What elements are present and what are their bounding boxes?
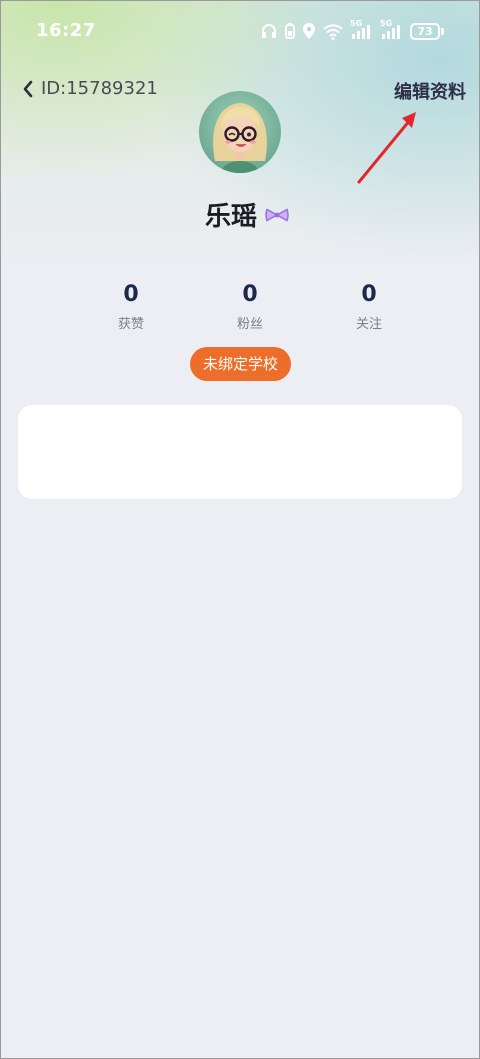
status-icons: 5G 5G 73 — [260, 19, 444, 42]
signal-5g-icon: 5G — [350, 19, 374, 40]
status-time: 16:27 — [36, 20, 96, 41]
avatar-girl-image — [213, 103, 267, 173]
stat-value: 0 — [242, 282, 258, 307]
stat-likes[interactable]: 0 获赞 — [91, 282, 171, 332]
signal-5g-icon-2: 5G — [380, 19, 404, 40]
bind-school-button[interactable]: 未绑定学校 — [190, 347, 291, 381]
user-id: ID:15789321 — [41, 78, 158, 99]
location-icon — [302, 22, 316, 40]
annotation-arrow-icon — [357, 112, 416, 184]
edit-profile-button[interactable]: 编辑资料 — [394, 78, 466, 104]
stat-label: 获赞 — [117, 317, 144, 332]
stat-following[interactable]: 0 关注 — [329, 282, 409, 332]
battery-saver-icon — [284, 22, 296, 40]
stat-fans[interactable]: 0 粉丝 — [210, 282, 290, 332]
wifi-icon — [322, 22, 344, 40]
stat-value: 0 — [361, 282, 377, 307]
name-row: 乐瑶 — [0, 196, 480, 233]
stat-value: 0 — [123, 282, 139, 307]
bow-badge-icon — [265, 207, 289, 222]
battery-level: 73 — [410, 22, 440, 40]
user-name: 乐瑶 — [204, 202, 257, 232]
avatar[interactable] — [199, 91, 281, 173]
headphones-icon — [260, 22, 278, 40]
stat-label: 粉丝 — [236, 317, 263, 332]
stat-label: 关注 — [355, 317, 382, 332]
content-card — [18, 405, 462, 499]
chevron-left-icon — [23, 80, 33, 98]
battery-icon: 73 — [410, 22, 444, 40]
status-bar: 16:27 5G 5G 73 — [0, 0, 480, 62]
back-button[interactable] — [18, 78, 38, 100]
